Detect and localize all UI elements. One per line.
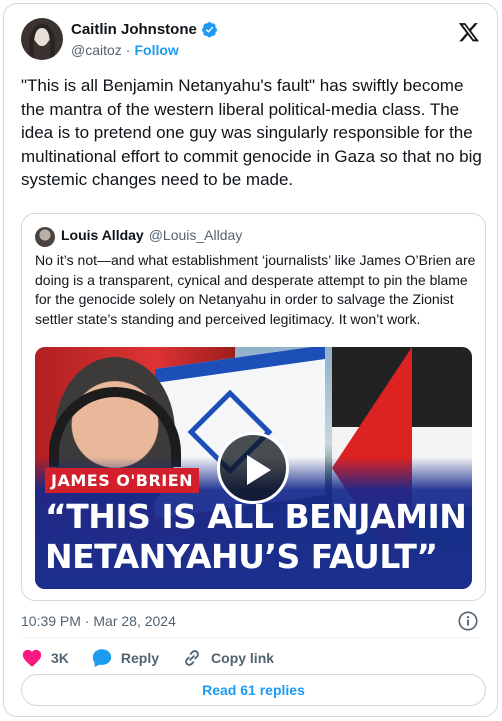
reply-bubble-icon [92,649,112,668]
quoted-tweet-text: No it’s not—and what establishment ‘jour… [35,252,476,327]
tweet-text: "This is all Benjamin Netanyahu's fault"… [21,76,482,189]
quoted-author-handle[interactable]: @Louis_Allday [149,227,243,243]
author-handle[interactable]: @caitoz [71,42,122,58]
handle-separator: · [125,42,131,58]
tweet-timestamp[interactable]: 10:39 PM · Mar 28, 2024 [21,613,176,629]
author-handle-row: @caitoz · Follow [71,42,179,58]
like-count: 3K [51,650,69,666]
like-button[interactable]: 3K [21,647,69,669]
presenter-name-tag: JAMES O'BRIEN [45,468,200,493]
info-icon[interactable] [457,610,479,632]
reply-label: Reply [120,650,160,666]
verified-badge-icon [201,22,217,38]
follow-button[interactable]: Follow [134,42,178,58]
copy-link-label: Copy link [211,650,275,666]
play-button-icon[interactable] [217,432,289,504]
tweet-card: Caitlin Johnstone @caitoz · Follow "This… [3,3,498,717]
author-avatar[interactable] [21,18,63,60]
quoted-tweet[interactable]: Louis Allday @Louis_Allday No it’s not—a… [21,213,486,601]
video-thumbnail[interactable]: JAMES O'BRIEN “THIS IS ALL BENJAMIN NETA… [35,347,472,589]
read-replies-label: Read 61 replies [202,682,305,698]
video-headline: “THIS IS ALL BENJAMIN NETANYAHU’S FAULT” [45,497,467,576]
link-icon [185,650,199,666]
author-name-row: Caitlin Johnstone [71,21,218,38]
heart-icon [22,649,42,667]
action-bar: 3K Reply Copy link [21,647,296,669]
quoted-author-row: Louis Allday @Louis_Allday [61,227,242,243]
read-replies-button[interactable]: Read 61 replies [21,674,486,706]
quoted-author-name[interactable]: Louis Allday [61,227,144,243]
reply-button[interactable]: Reply [91,647,159,669]
quoted-author-avatar[interactable] [35,227,55,247]
x-logo-icon[interactable] [458,21,480,43]
author-name[interactable]: Caitlin Johnstone [71,21,197,38]
copy-link-button[interactable]: Copy link [181,647,274,669]
divider [21,637,480,638]
avatar-face [35,28,49,46]
